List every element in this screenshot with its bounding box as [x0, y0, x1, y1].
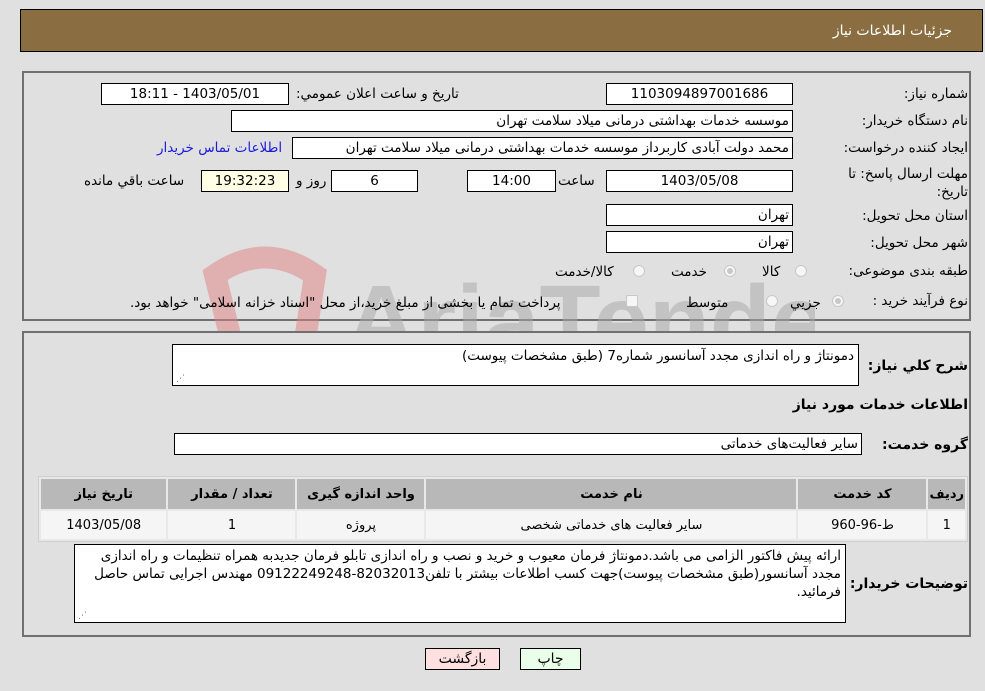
province-field: تهران	[606, 204, 793, 226]
deadline-label-line2: تاريخ:	[936, 184, 968, 200]
cell-unit: پروژه	[297, 511, 425, 539]
purchase-radio-minor[interactable]	[832, 295, 844, 307]
cell-need-date: 1403/05/08	[41, 511, 167, 539]
deadline-time-field: 14:00	[467, 170, 556, 192]
purchase-option-medium: متوسط	[686, 295, 729, 311]
col-row-number: رديف	[928, 479, 965, 509]
services-section-title: اطلاعات خدمات مورد نياز	[792, 397, 968, 413]
requester-label: ايجاد کننده درخواست:	[843, 140, 968, 156]
cell-row-number: 1	[928, 511, 965, 539]
need-number-label: شماره نياز:	[903, 86, 968, 102]
treasury-checkbox[interactable]	[626, 295, 638, 307]
deadline-time-label: ساعت	[558, 173, 595, 189]
category-radio-goods-service[interactable]	[633, 265, 645, 277]
resize-grip-icon[interactable]: ⋰	[77, 611, 87, 621]
description-text: دمونتاژ و راه اندازی مجدد آسانسور شماره7…	[461, 348, 854, 364]
deadline-label-line1: مهلت ارسال پاسخ: تا	[848, 166, 968, 182]
deadline-date-field: 1403/05/08	[606, 170, 793, 192]
col-unit: واحد اندازه گيری	[297, 479, 425, 509]
back-button[interactable]: بازگشت	[425, 648, 500, 670]
category-radio-service[interactable]	[724, 265, 736, 277]
purchase-option-minor: جزيي	[790, 295, 821, 311]
cell-quantity: 1	[168, 511, 296, 539]
province-label: استان محل تحويل:	[862, 208, 968, 224]
requester-field: محمد دولت آبادی کاربرداز موسسه خدمات بهد…	[292, 137, 793, 159]
services-table: رديف کد خدمت نام خدمت واحد اندازه گيری ت…	[38, 476, 968, 542]
col-need-date: تاريخ نياز	[41, 479, 167, 509]
service-group-field: ساير فعاليت‌هاى خدماتى	[174, 433, 862, 455]
description-textarea[interactable]: دمونتاژ و راه اندازی مجدد آسانسور شماره7…	[172, 344, 859, 386]
city-field: تهران	[606, 231, 793, 253]
days-label: روز و	[296, 173, 327, 189]
city-label: شهر محل تحويل:	[870, 235, 968, 251]
page-title: جزئيات اطلاعات نياز	[832, 23, 952, 39]
category-label: طبقه بندی موضوعی:	[848, 263, 968, 279]
page-header: جزئيات اطلاعات نياز	[20, 9, 983, 52]
purchase-radio-medium[interactable]	[766, 295, 778, 307]
remaining-days-field: 6	[331, 170, 418, 192]
resize-grip-icon[interactable]: ⋰	[175, 374, 185, 384]
table-row: 1 ط-96-960 ساير فعاليت های خدماتی شخصی پ…	[41, 511, 965, 539]
table-header-row: رديف کد خدمت نام خدمت واحد اندازه گيری ت…	[41, 479, 965, 509]
buyer-org-label: نام دستگاه خريدار:	[861, 113, 968, 129]
buyer-notes-text: ارائه پیش فاکتور الزامی می باشد.دمونتاژ …	[94, 548, 841, 600]
buyer-org-field: موسسه خدمات بهداشتی درمانی میلاد سلامت ت…	[231, 110, 793, 132]
purchase-type-label: نوع فرآيند خريد :	[872, 293, 968, 309]
buyer-contact-link[interactable]: اطلاعات تماس خريدار	[157, 140, 282, 156]
remaining-time-field: 19:32:23	[201, 170, 289, 192]
col-service-name: نام خدمت	[426, 479, 797, 509]
remaining-time-label: ساعت باقي مانده	[84, 173, 185, 189]
buyer-notes-label: توضيحات خريدار:	[849, 576, 968, 592]
category-option-goods-service: کالا/خدمت	[555, 264, 614, 280]
announce-datetime-label: تاريخ و ساعت اعلان عمومي:	[296, 86, 459, 102]
cell-service-code: ط-96-960	[798, 511, 927, 539]
category-radio-goods[interactable]	[795, 265, 807, 277]
category-option-service: خدمت	[671, 264, 707, 280]
category-option-goods: کالا	[762, 264, 781, 280]
col-quantity: تعداد / مقدار	[168, 479, 296, 509]
description-label: شرح کلي نياز:	[867, 358, 968, 374]
announce-datetime-field: 1403/05/01 - 18:11	[101, 83, 289, 105]
need-number-field: 1103094897001686	[606, 83, 793, 105]
service-group-label: گروه خدمت:	[882, 437, 968, 453]
cell-service-name: ساير فعاليت های خدماتی شخصی	[426, 511, 797, 539]
print-button[interactable]: چاپ	[520, 648, 581, 670]
col-service-code: کد خدمت	[798, 479, 927, 509]
treasury-checkbox-label: پرداخت تمام يا بخشی از مبلغ خريد،از محل …	[130, 295, 561, 311]
buyer-notes-textarea[interactable]: ارائه پیش فاکتور الزامی می باشد.دمونتاژ …	[74, 544, 846, 623]
need-info-panel	[22, 71, 971, 321]
